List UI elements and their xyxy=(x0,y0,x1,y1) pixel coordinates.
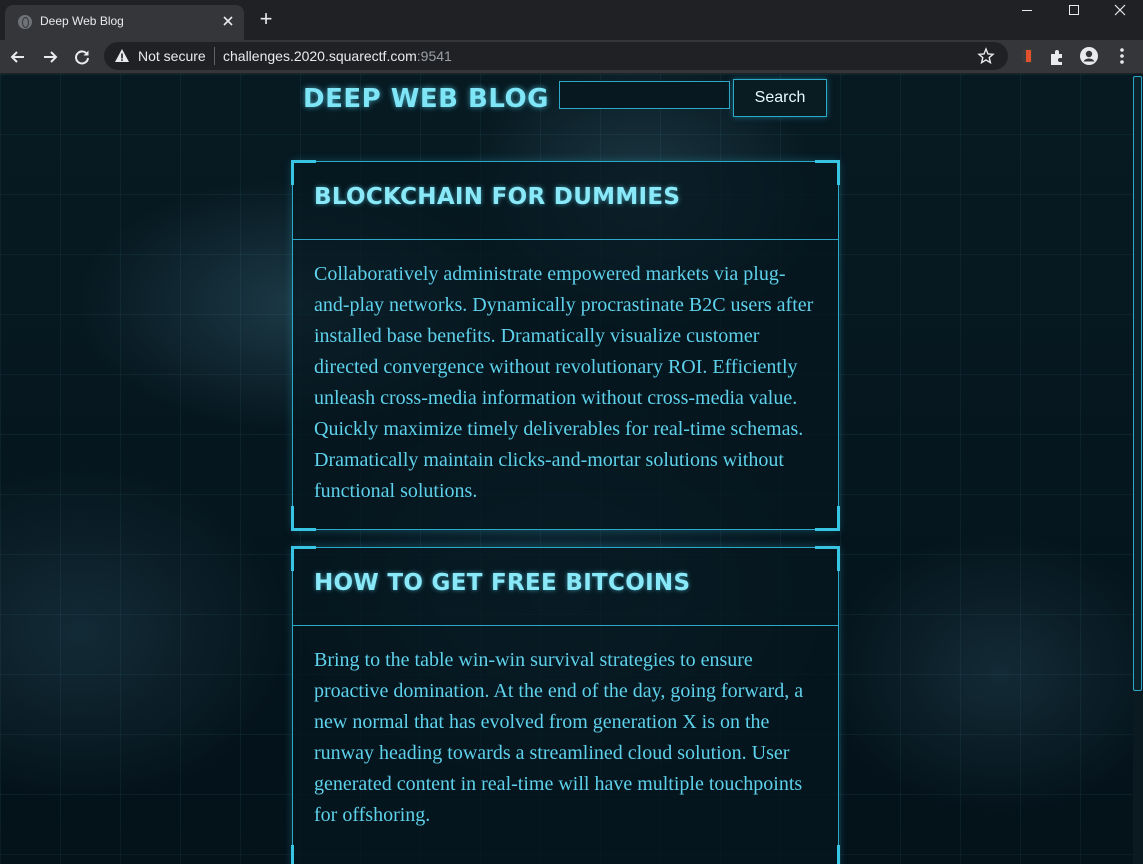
post-card: BLOCKCHAIN FOR DUMMIES Collaboratively a… xyxy=(291,160,840,531)
puzzle-icon[interactable] xyxy=(1047,47,1067,67)
scrollbar-thumb[interactable] xyxy=(1133,76,1142,691)
post-title: HOW TO GET FREE BITCOINS xyxy=(314,570,691,596)
warning-icon[interactable] xyxy=(114,48,130,69)
frame-corner xyxy=(815,506,840,531)
browser-toolbar: Not secure challenges.2020.squarectf.com… xyxy=(0,40,1143,74)
frame-corner xyxy=(815,845,840,864)
extension-icon[interactable] xyxy=(1018,47,1036,65)
post-header: HOW TO GET FREE BITCOINS xyxy=(293,548,838,626)
address-bar[interactable]: Not secure challenges.2020.squarectf.com… xyxy=(104,42,1008,70)
frame-corner xyxy=(291,506,316,531)
search-input[interactable] xyxy=(559,81,730,109)
globe-icon xyxy=(18,15,32,29)
account-icon[interactable] xyxy=(1079,46,1099,66)
page-viewport: DEEP WEB BLOG Search BLOCKCHAIN FOR DUMM… xyxy=(0,74,1143,864)
search-button[interactable]: Search xyxy=(733,79,827,117)
back-arrow-icon[interactable] xyxy=(5,44,31,70)
reload-icon[interactable] xyxy=(69,44,95,70)
forward-arrow-icon[interactable] xyxy=(37,44,63,70)
close-window-button[interactable] xyxy=(1097,0,1143,24)
post-body: Bring to the table win-win survival stra… xyxy=(314,649,804,826)
browser-titlebar: Deep Web Blog + xyxy=(0,0,1143,40)
post-title: BLOCKCHAIN FOR DUMMIES xyxy=(314,184,681,210)
tab-close-icon[interactable] xyxy=(219,12,237,30)
tab-title: Deep Web Blog xyxy=(40,14,124,28)
post-header: BLOCKCHAIN FOR DUMMIES xyxy=(293,162,838,240)
security-status[interactable]: Not secure xyxy=(138,48,206,64)
browser-tab[interactable]: Deep Web Blog xyxy=(5,5,244,40)
omnibox-divider xyxy=(214,47,215,65)
new-tab-button[interactable]: + xyxy=(255,8,277,30)
minimize-button[interactable] xyxy=(1004,0,1050,24)
maximize-button[interactable] xyxy=(1051,0,1097,24)
post-body: Collaboratively administrate empowered m… xyxy=(314,263,814,502)
url-port: :9541 xyxy=(416,48,452,64)
post-card: HOW TO GET FREE BITCOINS Bring to the ta… xyxy=(291,546,840,864)
star-icon[interactable] xyxy=(977,47,995,70)
site-title[interactable]: DEEP WEB BLOG xyxy=(303,84,549,114)
url-text[interactable]: challenges.2020.squarectf.com:9541 xyxy=(223,48,452,64)
url-host: challenges.2020.squarectf.com xyxy=(223,48,417,64)
frame-corner xyxy=(291,845,316,864)
kebab-menu-icon[interactable] xyxy=(1112,46,1132,66)
scrollbar[interactable] xyxy=(1133,74,1143,864)
